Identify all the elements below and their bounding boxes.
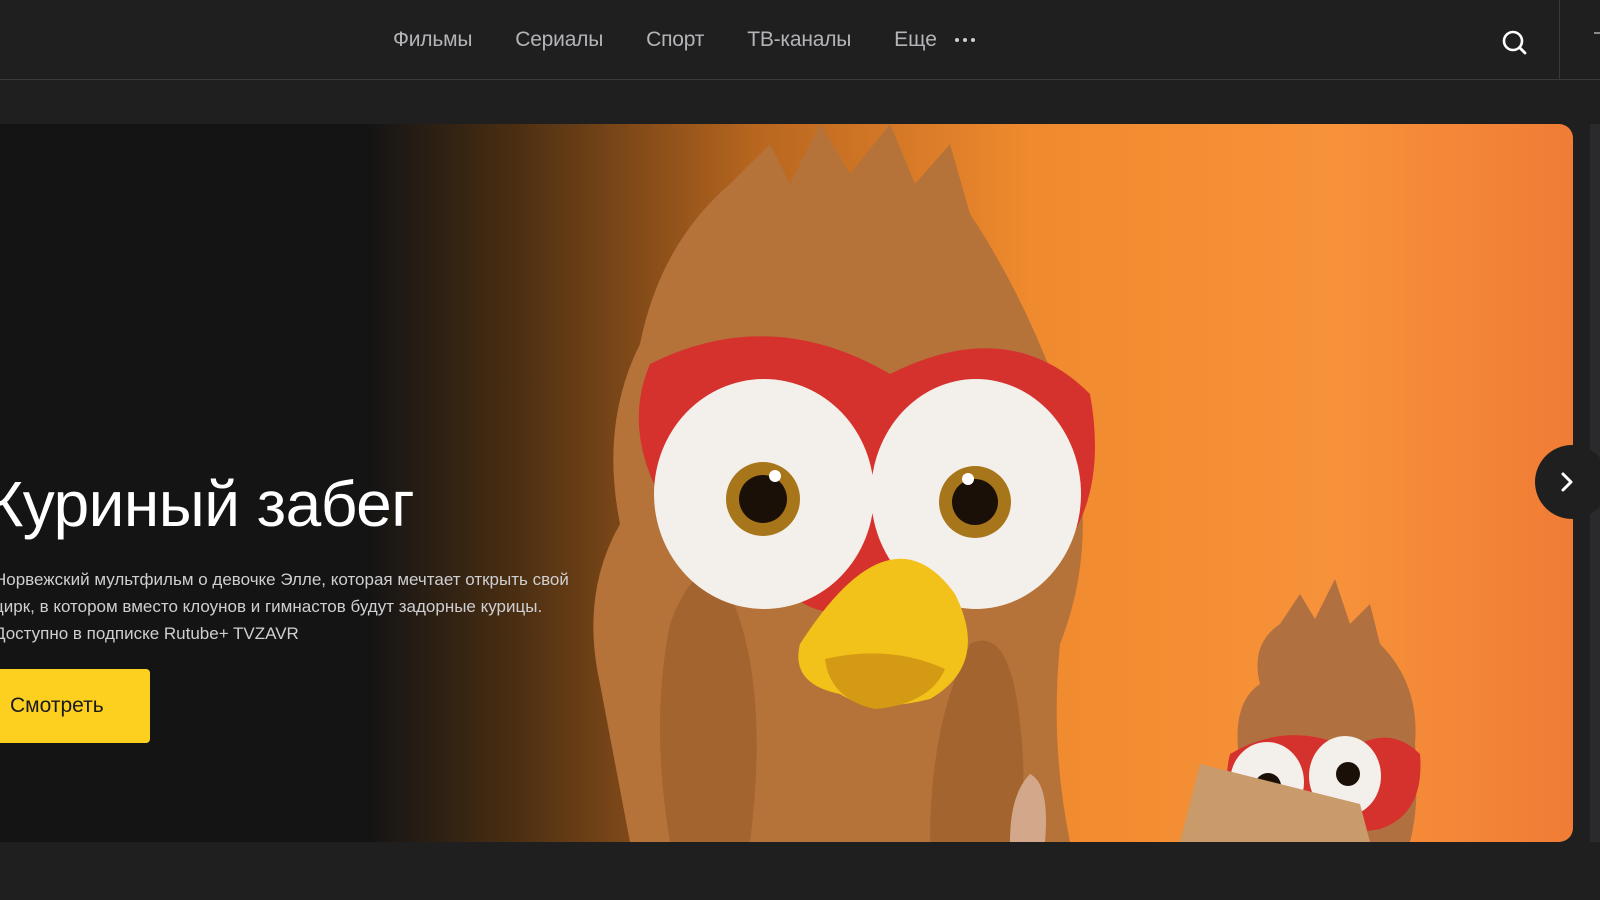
- hero-description-line: Доступно в подписке Rutube+ TVZAVR: [0, 624, 299, 643]
- hero-description-line: цирк, в котором вместо клоунов и гимнаст…: [0, 597, 543, 616]
- nav-item-movies[interactable]: Фильмы: [393, 28, 472, 52]
- nav-more-label: Еще: [894, 28, 937, 51]
- hero-description: Норвежский мультфильм о девочке Элле, ко…: [0, 566, 594, 647]
- ellipsis-icon: [954, 38, 975, 42]
- top-header: Фильмы Сериалы Спорт ТВ-каналы Еще: [0, 0, 1600, 80]
- nav-item-series[interactable]: Сериалы: [515, 28, 603, 52]
- watch-button[interactable]: Смотреть: [0, 669, 150, 743]
- hero-artwork: [370, 124, 1573, 842]
- nav-item-tv-channels[interactable]: ТВ-каналы: [747, 28, 851, 52]
- search-icon: [1502, 30, 1527, 55]
- nav-item-more[interactable]: Еще: [894, 28, 975, 52]
- header-divider: [1559, 0, 1560, 80]
- main-nav: Фильмы Сериалы Спорт ТВ-каналы Еще: [393, 0, 975, 80]
- search-button[interactable]: [1496, 24, 1536, 64]
- hero-title: Куриный забег: [0, 468, 415, 540]
- hero-banner[interactable]: Куриный забег Норвежский мультфильм о де…: [0, 124, 1573, 842]
- profile-edge[interactable]: [1594, 32, 1600, 34]
- nav-item-sport[interactable]: Спорт: [646, 28, 704, 52]
- next-slide-button[interactable]: [1535, 445, 1600, 519]
- chevron-right-icon: [1561, 472, 1573, 492]
- hero-description-line: Норвежский мультфильм о девочке Элле, ко…: [0, 570, 569, 589]
